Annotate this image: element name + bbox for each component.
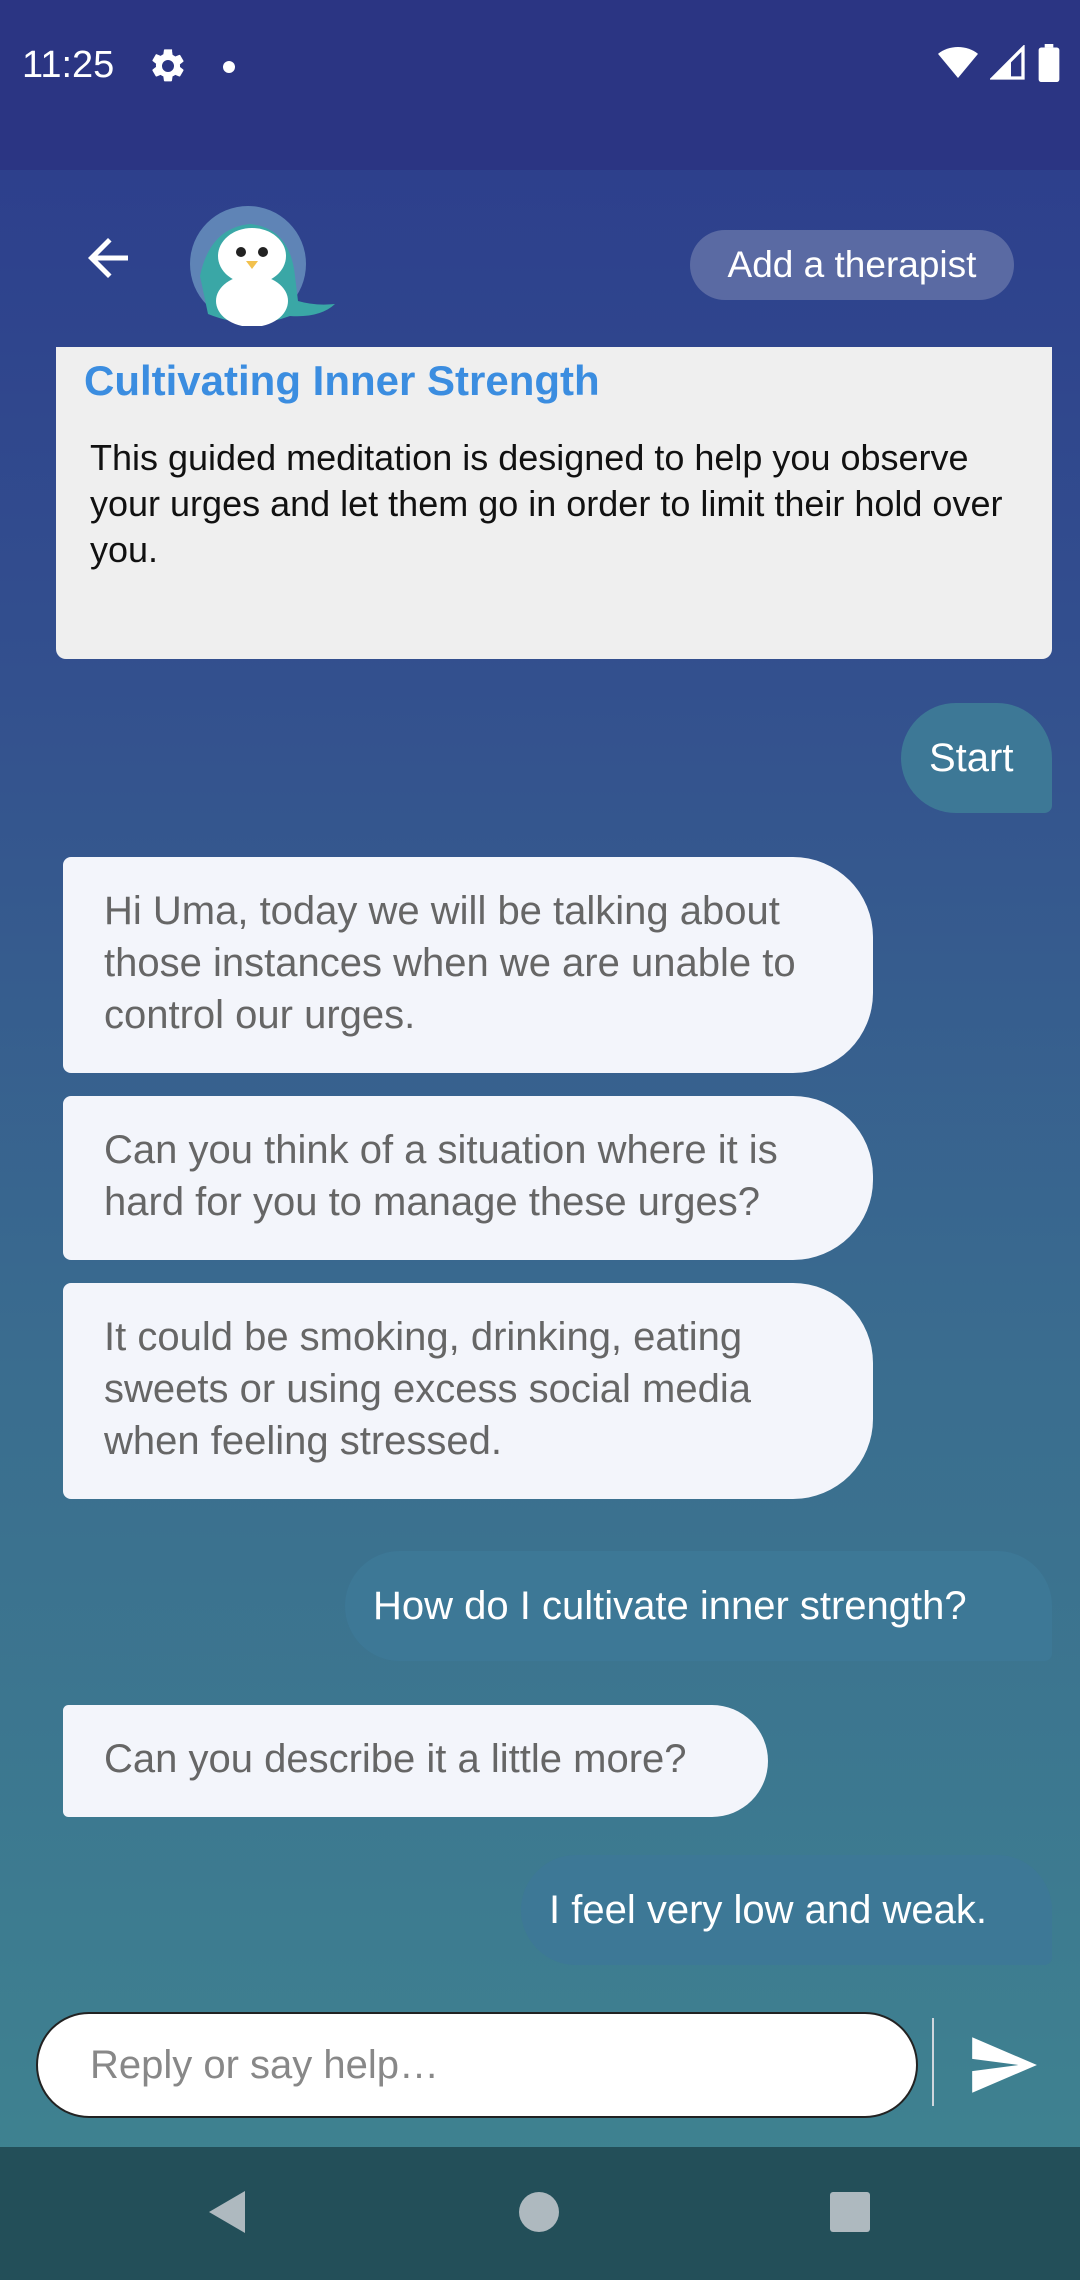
notification-dot-icon — [223, 61, 235, 73]
nav-back-icon[interactable] — [205, 2187, 249, 2237]
back-arrow-icon[interactable] — [78, 228, 138, 288]
send-icon[interactable] — [966, 2028, 1040, 2102]
nav-recents-icon[interactable] — [828, 2187, 872, 2237]
bot-message: Hi Uma, today we will be talking about t… — [63, 857, 873, 1073]
signal-icon — [990, 45, 1025, 80]
user-message: Start — [901, 703, 1052, 813]
meditation-card[interactable]: Cultivating Inner Strength This guided m… — [56, 347, 1052, 659]
battery-icon — [1038, 44, 1060, 82]
user-message: I feel very low and weak. — [521, 1855, 1052, 1965]
chat-header: Add a therapist — [0, 170, 1080, 345]
settings-icon — [152, 49, 184, 82]
status-icons — [938, 44, 1060, 82]
system-nav-bar — [0, 2147, 1080, 2280]
user-message: How do I cultivate inner strength? — [345, 1551, 1052, 1661]
bot-message: It could be smoking, drinking, eating sw… — [63, 1283, 873, 1499]
status-time: 11:25 — [22, 44, 115, 86]
composer-divider — [932, 2018, 934, 2106]
wifi-icon — [938, 47, 978, 78]
status-bar: 11:25 — [0, 0, 1080, 170]
composer — [0, 2000, 1080, 2148]
bot-message: Can you describe it a little more? — [63, 1705, 768, 1817]
reply-input[interactable] — [36, 2012, 918, 2118]
card-title: Cultivating Inner Strength — [84, 357, 600, 404]
card-description: This guided meditation is designed to he… — [90, 437, 1003, 570]
bot-message: Can you think of a situation where it is… — [63, 1096, 873, 1260]
penguin-avatar-icon — [190, 206, 335, 326]
add-therapist-button[interactable]: Add a therapist — [690, 230, 1014, 300]
nav-home-icon[interactable] — [518, 2187, 560, 2237]
